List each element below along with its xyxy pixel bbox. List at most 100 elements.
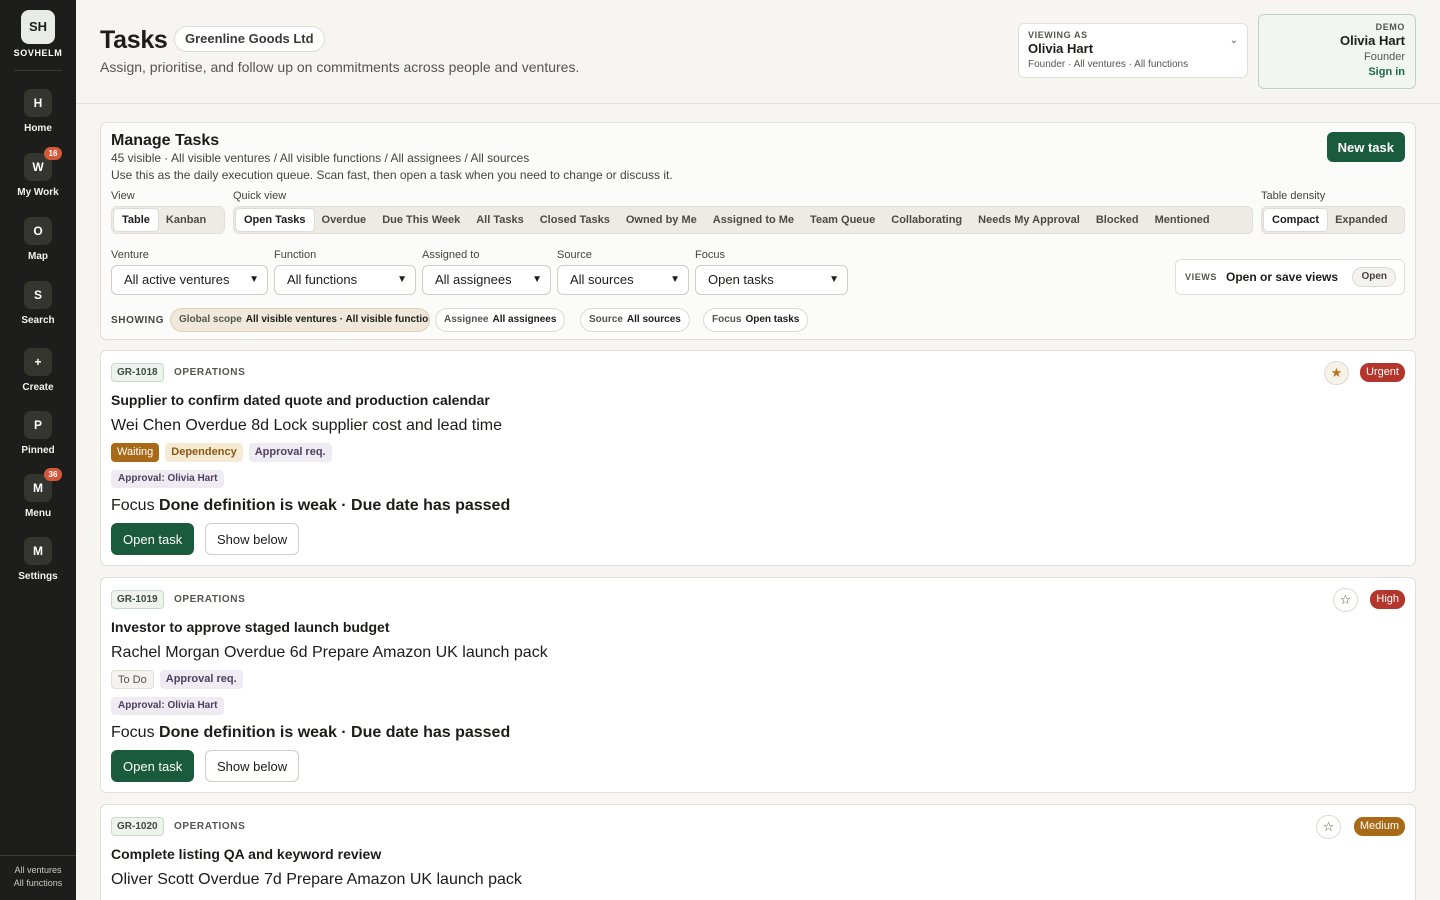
- saved-views-box: VIEWS Open or save views Open: [1175, 259, 1405, 295]
- task-id: GR-1019: [111, 590, 164, 609]
- open-views-button[interactable]: Open: [1352, 267, 1396, 287]
- open-task-button[interactable]: Open task: [111, 750, 195, 782]
- density-compact-button[interactable]: Compact: [1264, 209, 1328, 231]
- viewing-kicker: VIEWING AS: [1028, 30, 1088, 40]
- nav-item-create[interactable]: + Create: [0, 348, 76, 393]
- function-select[interactable]: All functions ▼: [274, 265, 416, 295]
- demo-role: Founder: [1364, 51, 1405, 63]
- map-icon: O: [24, 217, 52, 245]
- quick-view-due-this-week[interactable]: Due This Week: [374, 209, 468, 231]
- assignee-pill[interactable]: Assignee All assignees: [435, 308, 566, 332]
- nav-item-home[interactable]: H Home: [0, 89, 76, 134]
- brand-logo[interactable]: SH: [21, 10, 55, 44]
- quick-view-mentioned[interactable]: Mentioned: [1147, 209, 1218, 231]
- venture-label: Venture: [111, 249, 149, 261]
- task-id: GR-1018: [111, 363, 164, 382]
- approval-tag: Approval req.: [159, 670, 243, 689]
- approval-tag: Approval req.: [248, 443, 332, 462]
- task-card[interactable]: GR-1019 OPERATIONS ☆ High Investor to ap…: [100, 577, 1416, 793]
- nav-item-pinned[interactable]: P Pinned: [0, 411, 76, 456]
- nav-label: Map: [28, 251, 48, 262]
- demo-kicker: DEMO: [1375, 22, 1405, 32]
- plus-icon: +: [24, 348, 52, 376]
- brand[interactable]: SH SOVHELM: [0, 10, 76, 58]
- nav-label: Home: [24, 123, 52, 134]
- panel-help: Use this as the daily execution queue. S…: [111, 168, 673, 182]
- quick-view-needs-my-approval[interactable]: Needs My Approval: [970, 209, 1088, 231]
- nav-label: Create: [22, 382, 54, 393]
- star-icon[interactable]: ☆: [1333, 588, 1358, 612]
- priority-badge: High: [1370, 590, 1405, 609]
- page-title: Tasks: [100, 26, 168, 54]
- quick-view-team-queue[interactable]: Team Queue: [802, 209, 883, 231]
- new-task-button[interactable]: New task: [1326, 132, 1405, 162]
- nav-label: Pinned: [21, 445, 55, 456]
- quick-view-label: Quick view: [233, 190, 287, 202]
- viewing-meta: Founder · All ventures · All functions: [1028, 59, 1189, 70]
- task-card[interactable]: GR-1020 OPERATIONS ☆ Medium Complete lis…: [100, 804, 1416, 900]
- priority-badge: Urgent: [1359, 363, 1405, 382]
- task-title[interactable]: Supplier to confirm dated quote and prod…: [111, 392, 490, 408]
- task-tags: Waiting Dependency Approval req.: [111, 443, 332, 462]
- show-below-button[interactable]: Show below: [205, 750, 300, 782]
- quick-view-collaborating[interactable]: Collaborating: [883, 209, 970, 231]
- view-kanban-button[interactable]: Kanban: [158, 209, 214, 231]
- open-task-button[interactable]: Open task: [111, 523, 195, 555]
- global-scope-pill[interactable]: Global scope All visible ventures · All v…: [170, 308, 430, 332]
- quick-view-open-tasks[interactable]: Open Tasks: [236, 209, 314, 231]
- quick-view-overdue[interactable]: Overdue: [314, 209, 375, 231]
- function-label: Function: [274, 249, 317, 261]
- nav-item-my-work[interactable]: W 16 My Work: [0, 147, 76, 198]
- main-content: Tasks Greenline Goods Ltd Assign, priori…: [76, 0, 1440, 900]
- showing-label: SHOWING: [111, 315, 165, 326]
- task-card[interactable]: GR-1018 OPERATIONS ★ Urgent Supplier to …: [100, 350, 1416, 566]
- nav-item-settings[interactable]: M Settings: [0, 537, 76, 582]
- task-title[interactable]: Investor to approve staged launch budget: [111, 619, 389, 635]
- task-title[interactable]: Complete listing QA and keyword review: [111, 846, 381, 862]
- assigned-label: Assigned to: [422, 249, 480, 261]
- focus-select[interactable]: Open tasks ▼: [695, 265, 848, 295]
- brand-name: SOVHELM: [13, 48, 63, 58]
- task-summary: Oliver Scott Overdue 7d Prepare Amazon U…: [111, 871, 522, 888]
- nav-label: My Work: [17, 187, 59, 198]
- focus-pill[interactable]: Focus Open tasks: [703, 308, 809, 332]
- nav-label: Settings: [18, 571, 58, 582]
- quick-view-assigned-to-me[interactable]: Assigned to Me: [705, 209, 802, 231]
- task-id: GR-1020: [111, 817, 164, 836]
- chevron-down-icon: ▼: [829, 274, 839, 285]
- task-summary: Wei Chen Overdue 8d Lock supplier cost a…: [111, 417, 503, 434]
- star-icon[interactable]: ☆: [1316, 815, 1341, 839]
- status-tag: Waiting: [111, 443, 160, 462]
- focus-line: Focus Done definition is weak · Due date…: [111, 724, 511, 741]
- nav-item-map[interactable]: O Map: [0, 217, 76, 262]
- quick-view-closed-tasks[interactable]: Closed Tasks: [532, 209, 618, 231]
- nav-item-search[interactable]: S Search: [0, 281, 76, 326]
- density-expanded-button[interactable]: Expanded: [1327, 209, 1396, 231]
- chevron-down-icon: ▼: [532, 274, 542, 285]
- view-table-button[interactable]: Table: [114, 209, 158, 231]
- sidebar-scope[interactable]: All ventures All functions: [0, 855, 76, 890]
- sidebar: SH SOVHELM H Home W 16 My Work O Map S S…: [0, 0, 76, 900]
- task-function: OPERATIONS: [174, 594, 246, 605]
- source-pill[interactable]: Source All sources: [580, 308, 690, 332]
- demo-name: Olivia Hart: [1339, 33, 1405, 48]
- venture-select[interactable]: All active ventures ▼: [111, 265, 268, 295]
- density-toggle: Compact Expanded: [1261, 206, 1405, 234]
- quick-view-owned-by-me[interactable]: Owned by Me: [618, 209, 705, 231]
- quick-view-blocked[interactable]: Blocked: [1088, 209, 1147, 231]
- show-below-button[interactable]: Show below: [205, 523, 300, 555]
- status-tag: To Do: [111, 670, 154, 689]
- approval-chip: Approval: Olivia Hart: [111, 470, 225, 488]
- home-icon: H: [24, 89, 52, 117]
- view-toggle: Table Kanban: [111, 206, 225, 234]
- quick-view-all-tasks[interactable]: All Tasks: [468, 209, 532, 231]
- quick-view-tabs: Open Tasks Overdue Due This Week All Tas…: [233, 206, 1253, 234]
- org-chip[interactable]: Greenline Goods Ltd: [174, 26, 325, 52]
- nav-item-menu[interactable]: M 36 Menu: [0, 468, 76, 519]
- sign-in-link[interactable]: Sign in: [1269, 66, 1405, 78]
- demo-account-card: DEMO Olivia Hart Founder Sign in: [1258, 14, 1416, 89]
- viewing-as-selector[interactable]: VIEWING AS Olivia Hart Founder · All ven…: [1018, 23, 1248, 78]
- source-select[interactable]: All sources ▼: [557, 265, 689, 295]
- assigned-select[interactable]: All assignees ▼: [422, 265, 551, 295]
- star-icon[interactable]: ★: [1324, 361, 1349, 385]
